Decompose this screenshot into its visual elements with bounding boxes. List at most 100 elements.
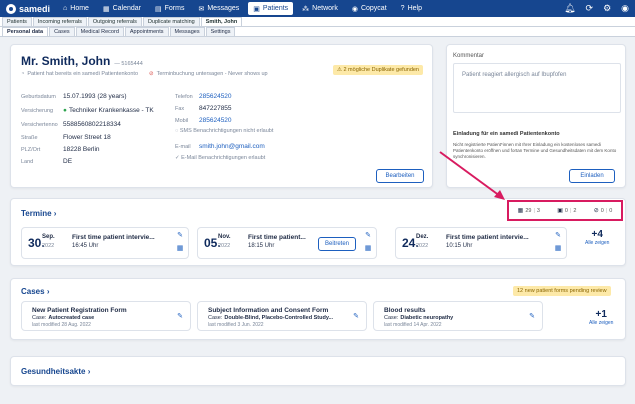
health-record-card: Gesundheitsakte › <box>10 356 626 386</box>
nav-label: Network <box>312 5 338 12</box>
brand-name: samedi <box>19 3 51 14</box>
nav-forms[interactable]: ▤ Forms <box>150 2 189 15</box>
tab-0[interactable]: Patients <box>2 17 32 26</box>
appointment-card[interactable]: 24. Dez. 2022 First time patient intervie..… <box>395 227 567 259</box>
counter-group[interactable]: ⊘ 0 | 0 <box>593 207 613 215</box>
appointment-year: 2022 <box>42 243 55 249</box>
home-icon: ⌂ <box>63 5 68 12</box>
counter-value: 0 <box>600 207 604 214</box>
top-right-icons: 🔔︎ ⟳ ⚙ ◉ <box>564 3 629 14</box>
nav-calendar[interactable]: ▦ Calendar <box>98 2 146 15</box>
appointment-card[interactable]: 30. Sep. 2022 First time patient intervie..… <box>21 227 189 259</box>
counter-group[interactable]: ▣ 0 | 2 <box>557 207 577 215</box>
case-title: New Patient Registration Form <box>32 307 127 314</box>
user-icon[interactable]: ◉ <box>621 3 629 14</box>
detail-tab-4[interactable]: Messages <box>169 27 205 36</box>
calendar-icon[interactable]: ▦ <box>364 245 372 253</box>
cases-more[interactable]: +1 Alle zeigen <box>589 309 613 326</box>
case-item[interactable]: New Patient Registration Form Case: Autocr… <box>21 301 191 331</box>
calendar-icon[interactable]: ▦ <box>176 245 184 253</box>
detail-tab-3[interactable]: Appointments <box>124 27 169 36</box>
chevron-right-icon[interactable]: › <box>47 287 50 296</box>
case-item[interactable]: Blood results Case: Diabetic neuropathy las… <box>373 301 543 331</box>
health-record-title[interactable]: Gesundheitsakte <box>21 367 85 376</box>
case-label: Case: <box>208 315 223 321</box>
messages-icon: ✉ <box>198 5 205 13</box>
chevron-right-icon[interactable]: › <box>54 209 57 218</box>
settings-icon[interactable]: ⚙ <box>603 3 611 14</box>
edit-icon[interactable]: ✎ <box>176 232 184 240</box>
case-line: Case: Double-Blind, Placebo-Controlled St… <box>208 315 333 321</box>
field-value: Flower Street 18 <box>63 134 111 141</box>
tab-2[interactable]: Outgoing referrals <box>87 17 142 26</box>
appointment-counters: ▦ 29 | 3 ▣ 0 | 2 ⊘ 0 | 0 <box>507 200 623 221</box>
counter-value: 2 <box>573 207 577 214</box>
copycat-icon: ◉ <box>351 5 358 13</box>
comment-textarea[interactable]: Patient reagiert allergisch auf Ibupfofe… <box>453 63 621 113</box>
edit-button[interactable]: Bearbeiten <box>376 169 424 183</box>
invite-title: Einladung für ein samedi Patientenkonto <box>453 131 560 137</box>
forms-icon: ▤ <box>155 5 162 13</box>
edit-icon[interactable]: ✎ <box>364 232 372 240</box>
tab-1[interactable]: Incoming referrals <box>32 17 87 26</box>
nav-help[interactable]: ? Help <box>396 2 427 15</box>
tab-4[interactable]: Smith, John <box>200 17 243 26</box>
nav-copycat[interactable]: ◉ Copycat <box>347 2 392 15</box>
chevron-right-icon[interactable]: › <box>88 367 91 376</box>
appointment-month: Nov. <box>218 234 231 240</box>
invite-button[interactable]: Einladen <box>569 169 615 183</box>
insurance-icon: ● <box>63 107 67 114</box>
case-line: Case: Diabetic neuropathy <box>384 315 453 321</box>
check-icon: ✓ <box>175 155 180 161</box>
nav-messages[interactable]: ✉ Messages <box>193 2 244 15</box>
contact-label: Fax <box>175 106 185 112</box>
calendar-icon: ▦ <box>517 208 524 214</box>
counter-value: 0 <box>609 207 613 214</box>
top-bar: samedi ⌂ Home ▦ Calendar ▤ Forms ✉ Messages ▣ Pat… <box>0 0 635 17</box>
contact-value[interactable]: 285624520 <box>199 117 232 124</box>
nav-patients[interactable]: ▣ Patients <box>248 2 294 15</box>
case-modified: last modified 3 Jun. 2022 <box>208 322 264 328</box>
edit-icon[interactable]: ✎ <box>528 313 536 321</box>
side-card: Kommentar Patient reagiert allergisch au… <box>446 44 626 188</box>
appointments-title[interactable]: Termine <box>21 209 52 218</box>
field-value: DE <box>63 158 73 165</box>
edit-icon[interactable]: ✎ <box>554 232 562 240</box>
pending-forms-badge[interactable]: 12 new patient forms pending review <box>513 286 611 296</box>
contact-label: Telefon <box>175 94 193 100</box>
case-line: Case: Autocreated case <box>32 315 94 321</box>
field-label: Geburtsdatum <box>21 94 56 100</box>
join-button[interactable]: Beitreten <box>318 237 356 251</box>
contact-value[interactable]: 285624520 <box>199 93 232 100</box>
appointment-year: 2022 <box>218 243 231 249</box>
appointments-more[interactable]: +4 Alle zeigen <box>585 229 609 246</box>
appointment-card[interactable]: 05. Nov. 2022 First time patient... 18:15 Uh… <box>197 227 377 259</box>
field-label: PLZ/Ort <box>21 147 41 153</box>
contact-value[interactable]: smith.john@gmail.com <box>199 143 265 150</box>
case-name: Double-Blind, Placebo-Controlled Study..… <box>224 315 334 321</box>
case-item[interactable]: Subject Information and Consent Form Case… <box>197 301 367 331</box>
counter-divider: | <box>569 207 572 214</box>
sync-icon[interactable]: ⟳ <box>586 3 594 14</box>
edit-icon[interactable]: ✎ <box>352 313 360 321</box>
detail-tab-0[interactable]: Personal data <box>2 27 49 36</box>
comment-title: Kommentar <box>453 53 485 59</box>
account-icon: ◔ <box>21 71 25 77</box>
counter-value: 0 <box>564 207 568 214</box>
detail-tab-2[interactable]: Medical Record <box>75 27 124 36</box>
duplicates-badge[interactable]: ⚠ 2 mögliche Duplikate gefunden <box>333 65 423 75</box>
detail-tab-1[interactable]: Cases <box>49 27 75 36</box>
counter-group[interactable]: ▦ 29 | 3 <box>517 207 540 215</box>
samedi-logo[interactable]: samedi <box>6 3 51 14</box>
nav-home[interactable]: ⌂ Home <box>58 2 94 15</box>
detail-tab-5[interactable]: Settings <box>205 27 236 36</box>
nav-network[interactable]: ⁂ Network <box>297 2 343 15</box>
case-modified: last modified 14 Apr. 2022 <box>384 322 442 328</box>
case-modified: last modified 28 Aug. 2022 <box>32 322 91 328</box>
calendar-icon[interactable]: ▦ <box>554 245 562 253</box>
cases-title[interactable]: Cases <box>21 287 45 296</box>
person-off-icon: ⊘ <box>593 208 599 214</box>
bell-icon[interactable]: 🔔︎ <box>564 3 575 14</box>
tab-3[interactable]: Duplicate matching <box>142 17 200 26</box>
edit-icon[interactable]: ✎ <box>176 313 184 321</box>
